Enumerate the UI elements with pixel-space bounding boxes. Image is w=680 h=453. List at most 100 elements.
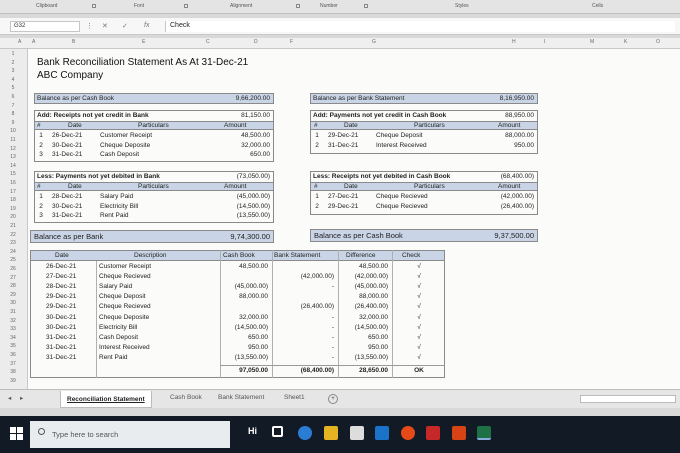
row-header[interactable]: 32 xyxy=(6,318,20,324)
row-header[interactable]: 23 xyxy=(6,240,20,246)
ribbon-group-clipboard[interactable]: Clipboard xyxy=(36,3,57,9)
row-header[interactable]: 16 xyxy=(6,180,20,186)
ribbon-group-styles[interactable]: Styles xyxy=(455,3,469,9)
row-header[interactable]: 9 xyxy=(6,120,20,126)
divider xyxy=(338,250,339,378)
font-launcher-icon[interactable] xyxy=(184,4,188,8)
excel-icon[interactable] xyxy=(477,426,491,440)
chrome-icon[interactable] xyxy=(401,426,415,440)
name-box[interactable]: G32 xyxy=(10,21,80,32)
row-header[interactable]: 11 xyxy=(6,137,20,143)
windows-start-icon[interactable] xyxy=(10,427,23,440)
row-header[interactable]: 38 xyxy=(6,369,20,375)
row-header[interactable]: 26 xyxy=(6,266,20,272)
column-header[interactable]: B xyxy=(72,39,75,45)
column-header[interactable]: I xyxy=(544,39,545,45)
row-header[interactable]: 14 xyxy=(6,163,20,169)
col-hash: # xyxy=(37,183,41,190)
row-header[interactable]: 6 xyxy=(6,94,20,100)
divider xyxy=(272,250,273,378)
check-col-check: Check xyxy=(402,252,421,259)
row-header[interactable]: 29 xyxy=(6,292,20,298)
row-header[interactable]: 22 xyxy=(6,232,20,238)
powerpoint-icon[interactable] xyxy=(452,426,466,440)
column-header[interactable]: G xyxy=(372,39,376,45)
row-header[interactable]: 36 xyxy=(6,352,20,358)
row-header[interactable]: 31 xyxy=(6,309,20,315)
check-cash: (13,550.00) xyxy=(234,353,268,361)
row-header[interactable]: 30 xyxy=(6,300,20,306)
row-header[interactable]: 12 xyxy=(6,146,20,152)
tab-scroll-left-icon[interactable]: ◂ xyxy=(8,394,11,402)
column-header[interactable]: D xyxy=(254,39,258,45)
column-header[interactable]: M xyxy=(590,39,594,45)
row-header[interactable]: 35 xyxy=(6,343,20,349)
entry-particulars: Salary Paid xyxy=(100,193,134,200)
row-header[interactable]: 33 xyxy=(6,326,20,332)
left-add-total: 81,150.00 xyxy=(241,112,270,119)
worksheet[interactable]: Bank Reconciliation Statement As At 31-D… xyxy=(28,49,680,389)
check-description: Cheque Recieved xyxy=(99,273,151,281)
alignment-launcher-icon[interactable] xyxy=(296,4,300,8)
horizontal-scrollbar[interactable] xyxy=(580,395,676,403)
column-header[interactable]: A xyxy=(18,39,21,45)
row-header[interactable]: 18 xyxy=(6,197,20,203)
cancel-x-icon[interactable]: ✕ xyxy=(102,22,108,30)
column-header[interactable]: K xyxy=(624,39,627,45)
formula-input[interactable]: Check xyxy=(165,21,675,32)
row-header[interactable]: 21 xyxy=(6,223,20,229)
row-header[interactable]: 8 xyxy=(6,111,20,117)
ribbon-group-alignment[interactable]: Alignment xyxy=(230,3,252,9)
column-header[interactable]: O xyxy=(656,39,660,45)
row-header[interactable]: 17 xyxy=(6,189,20,195)
column-header[interactable]: C xyxy=(206,39,210,45)
store-icon[interactable] xyxy=(350,426,364,440)
row-header[interactable]: 2 xyxy=(6,60,20,66)
row-header[interactable]: 39 xyxy=(6,378,20,384)
row-header[interactable]: 7 xyxy=(6,103,20,109)
ribbon-group-cells[interactable]: Cells xyxy=(592,3,603,9)
task-view-icon[interactable] xyxy=(272,426,283,437)
column-header[interactable]: F xyxy=(290,39,293,45)
row-header[interactable]: 37 xyxy=(6,361,20,367)
outlook-icon[interactable] xyxy=(375,426,389,440)
ribbon-group-font[interactable]: Font xyxy=(134,3,144,9)
total-bank: (68,400.00) xyxy=(300,367,334,374)
row-header[interactable]: 1 xyxy=(6,51,20,57)
insert-function-icon[interactable]: fx xyxy=(144,22,149,29)
row-header[interactable]: 3 xyxy=(6,68,20,74)
clipboard-launcher-icon[interactable] xyxy=(92,4,96,8)
tab-bank-statement[interactable]: Bank Statement xyxy=(218,394,264,401)
column-header[interactable]: E xyxy=(142,39,145,45)
cortana-icon[interactable]: Hi xyxy=(248,426,262,440)
row-header[interactable]: 5 xyxy=(6,85,20,91)
more-dots-icon[interactable]: ⋮ xyxy=(86,22,93,30)
enter-check-icon[interactable]: ✓ xyxy=(122,22,128,30)
row-header[interactable]: 34 xyxy=(6,335,20,341)
row-header[interactable]: 25 xyxy=(6,257,20,263)
ribbon-group-number[interactable]: Number xyxy=(320,3,338,9)
row-header[interactable]: 20 xyxy=(6,214,20,220)
row-header[interactable]: 28 xyxy=(6,283,20,289)
taskbar-search[interactable]: Type here to search xyxy=(30,421,230,448)
row-header[interactable]: 13 xyxy=(6,154,20,160)
app-icon[interactable] xyxy=(426,426,440,440)
tab-reconciliation-statement[interactable]: Reconciliation Statement xyxy=(60,391,152,408)
check-cash: (14,500.00) xyxy=(234,323,268,331)
row-header[interactable]: 19 xyxy=(6,206,20,212)
row-header[interactable]: 4 xyxy=(6,77,20,83)
column-header[interactable]: H xyxy=(512,39,516,45)
tab-cash-book[interactable]: Cash Book xyxy=(170,394,202,401)
row-header[interactable]: 24 xyxy=(6,249,20,255)
tab-scroll-right-icon[interactable]: ▸ xyxy=(20,394,23,402)
col-amount: Amount xyxy=(224,122,247,129)
file-explorer-icon[interactable] xyxy=(324,426,338,440)
add-sheet-icon[interactable]: + xyxy=(328,394,338,404)
row-header[interactable]: 27 xyxy=(6,275,20,281)
row-header[interactable]: 10 xyxy=(6,128,20,134)
edge-icon[interactable] xyxy=(298,426,312,440)
row-header[interactable]: 15 xyxy=(6,171,20,177)
number-launcher-icon[interactable] xyxy=(364,4,368,8)
tab-sheet1[interactable]: Sheet1 xyxy=(284,394,305,401)
column-header[interactable]: A xyxy=(32,39,35,45)
